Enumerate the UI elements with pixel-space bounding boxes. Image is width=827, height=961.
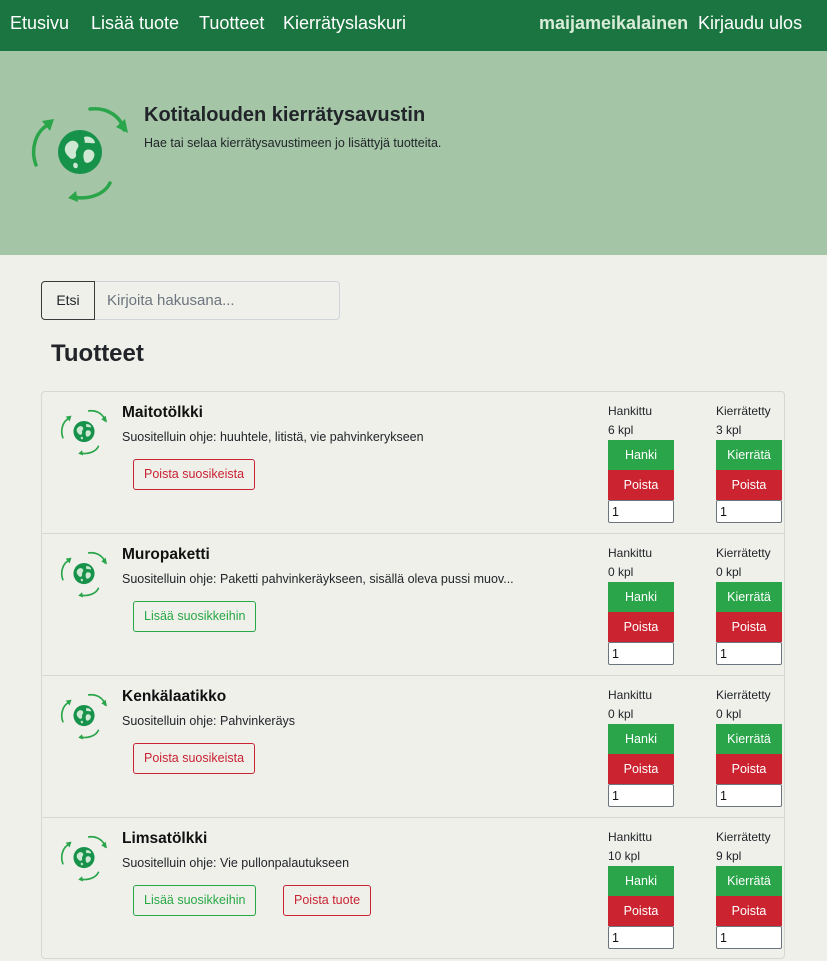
acquire-quantity-input[interactable]: [608, 500, 674, 523]
nav-link-home[interactable]: Etusivu: [10, 13, 69, 34]
recycling-globe-icon: [56, 408, 112, 456]
acquired-counter: Hankittu 10 kpl Hanki Poista: [608, 829, 675, 949]
recycle-quantity-input[interactable]: [716, 500, 782, 523]
recycle-button[interactable]: Kierrätä: [716, 582, 782, 612]
hero-title: Kotitalouden kierrätysavustin: [144, 104, 426, 126]
acquire-button[interactable]: Hanki: [608, 724, 674, 754]
acquire-button[interactable]: Hanki: [608, 582, 674, 612]
remove-favorite-button[interactable]: Poista suosikeista: [133, 743, 256, 774]
product-name: Maitotölkki: [122, 404, 203, 421]
remove-recycled-button[interactable]: Poista: [716, 470, 782, 500]
acquire-button[interactable]: Hanki: [608, 440, 674, 470]
acquired-counter: Hankittu 0 kpl Hanki Poista: [608, 687, 675, 807]
acquire-quantity-input[interactable]: [608, 784, 674, 807]
nav-link-products[interactable]: Tuotteet: [199, 13, 264, 34]
recycled-count: 3 kpl: [716, 423, 742, 437]
acquired-label: Hankittu: [608, 546, 653, 560]
product-card: Limsatölkki Suositelluin ohje: Vie pullo…: [42, 818, 784, 958]
product-list: Maitotölkki Suositelluin ohje: huuhtele,…: [41, 391, 785, 959]
recycling-globe-icon: [56, 692, 112, 740]
recycled-label: Kierrätetty: [716, 546, 771, 560]
product-instruction: Suositelluin ohje: Pahvinkeräys: [122, 714, 296, 728]
acquired-count: 0 kpl: [608, 565, 634, 579]
recycled-counter: Kierrätetty 3 kpl Kierrätä Poista: [716, 403, 783, 523]
recycle-button[interactable]: Kierrätä: [716, 724, 782, 754]
recycled-count: 9 kpl: [716, 849, 742, 863]
recycle-quantity-input[interactable]: [716, 642, 782, 665]
acquired-count: 0 kpl: [608, 707, 634, 721]
acquired-counter: Hankittu 6 kpl Hanki Poista: [608, 403, 675, 523]
recycled-label: Kierrätetty: [716, 404, 771, 418]
nav-logout[interactable]: Kirjaudu ulos: [698, 13, 802, 34]
product-card: Kenkälaatikko Suositelluin ohje: Pahvink…: [42, 676, 784, 818]
recycle-quantity-input[interactable]: [716, 784, 782, 807]
acquired-count: 6 kpl: [608, 423, 634, 437]
recycled-count: 0 kpl: [716, 707, 742, 721]
product-instruction: Suositelluin ohje: huuhtele, litistä, vi…: [122, 430, 424, 444]
acquired-count: 10 kpl: [608, 849, 641, 863]
acquired-counter: Hankittu 0 kpl Hanki Poista: [608, 545, 675, 665]
recycled-counter: Kierrätetty 0 kpl Kierrätä Poista: [716, 545, 783, 665]
delete-product-button[interactable]: Poista tuote: [283, 885, 372, 916]
hero-banner: Kotitalouden kierrätysavustin Hae tai se…: [0, 51, 827, 255]
remove-acquired-button[interactable]: Poista: [608, 612, 674, 642]
search-input[interactable]: [95, 281, 340, 320]
search-button[interactable]: Etsi: [41, 281, 95, 320]
navbar: Etusivu Lisää tuote Tuotteet Kierrätysla…: [0, 0, 827, 51]
recycled-label: Kierrätetty: [716, 830, 771, 844]
product-card: Maitotölkki Suositelluin ohje: huuhtele,…: [42, 392, 784, 534]
nav-username[interactable]: maijameikalainen: [539, 13, 688, 34]
remove-acquired-button[interactable]: Poista: [608, 754, 674, 784]
add-favorite-button[interactable]: Lisää suosikkeihin: [133, 601, 257, 632]
remove-recycled-button[interactable]: Poista: [716, 896, 782, 926]
recycled-count: 0 kpl: [716, 565, 742, 579]
remove-favorite-button[interactable]: Poista suosikeista: [133, 459, 256, 490]
product-name: Limsatölkki: [122, 830, 208, 847]
recycle-button[interactable]: Kierrätä: [716, 440, 782, 470]
nav-link-add-product[interactable]: Lisää tuote: [91, 13, 179, 34]
hero-subtitle: Hae tai selaa kierrätysavustimeen jo lis…: [144, 136, 442, 150]
acquire-quantity-input[interactable]: [608, 642, 674, 665]
recycling-globe-icon: [28, 103, 132, 203]
product-card: Muropaketti Suositelluin ohje: Paketti p…: [42, 534, 784, 676]
product-name: Kenkälaatikko: [122, 688, 227, 705]
product-name: Muropaketti: [122, 546, 210, 563]
recycled-label: Kierrätetty: [716, 688, 771, 702]
acquire-button[interactable]: Hanki: [608, 866, 674, 896]
recycled-counter: Kierrätetty 9 kpl Kierrätä Poista: [716, 829, 783, 949]
recycle-quantity-input[interactable]: [716, 926, 782, 949]
acquired-label: Hankittu: [608, 688, 653, 702]
remove-acquired-button[interactable]: Poista: [608, 470, 674, 500]
remove-recycled-button[interactable]: Poista: [716, 612, 782, 642]
recycling-globe-icon: [56, 834, 112, 882]
recycle-button[interactable]: Kierrätä: [716, 866, 782, 896]
nav-link-recycling-calculator[interactable]: Kierrätyslaskuri: [283, 13, 406, 34]
acquired-label: Hankittu: [608, 830, 653, 844]
product-instruction: Suositelluin ohje: Vie pullonpalautuksee…: [122, 856, 350, 870]
remove-acquired-button[interactable]: Poista: [608, 896, 674, 926]
page-title: Tuotteet: [51, 340, 144, 367]
acquire-quantity-input[interactable]: [608, 926, 674, 949]
acquired-label: Hankittu: [608, 404, 653, 418]
product-instruction: Suositelluin ohje: Paketti pahvinkeräyks…: [122, 572, 514, 586]
recycled-counter: Kierrätetty 0 kpl Kierrätä Poista: [716, 687, 783, 807]
add-favorite-button[interactable]: Lisää suosikkeihin: [133, 885, 257, 916]
remove-recycled-button[interactable]: Poista: [716, 754, 782, 784]
recycling-globe-icon: [56, 550, 112, 598]
